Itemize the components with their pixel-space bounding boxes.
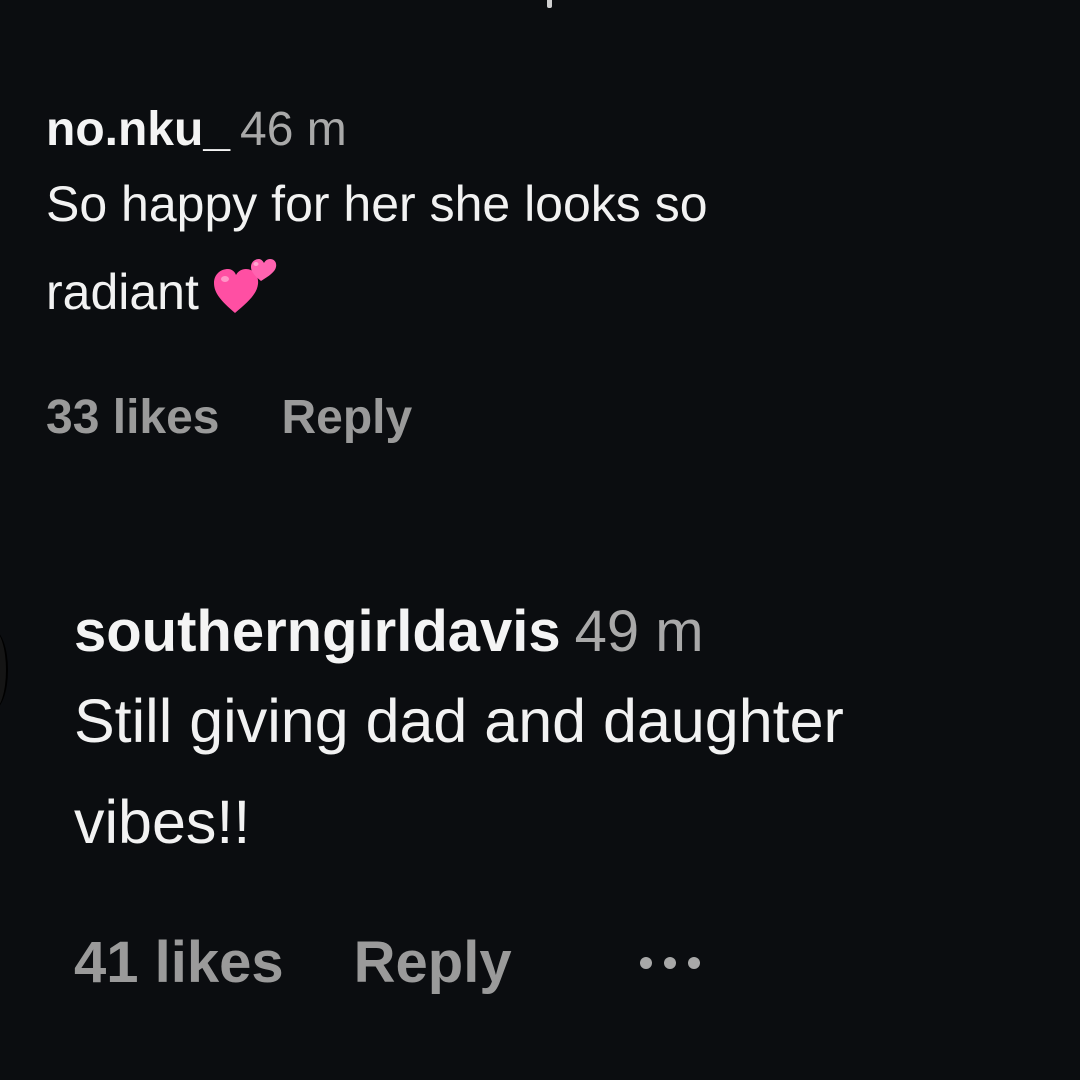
dot (663, 956, 676, 969)
more-options-icon[interactable] (639, 956, 700, 969)
comment-timestamp: 49 m (574, 599, 704, 664)
comment-text: So happy for her she looks so radiant (46, 160, 976, 336)
comment-item: southerngirldavis 49 m Still giving dad a… (74, 603, 1080, 996)
scroll-indicator (547, 0, 552, 8)
comment-username[interactable]: southerngirldavis (74, 599, 561, 664)
comment-header: no.nku_ 46 m (46, 106, 1046, 154)
comment-actions: 41 likes Reply (74, 929, 1080, 996)
comment-header: southerngirldavis 49 m (74, 603, 1080, 661)
dot (687, 956, 700, 969)
reply-button[interactable]: Reply (354, 929, 512, 996)
avatar[interactable] (0, 630, 8, 710)
comment-text-word: radiant (46, 264, 199, 320)
dot (639, 956, 652, 969)
reply-button[interactable]: Reply (281, 390, 412, 445)
comment-timestamp: 46 m (240, 103, 347, 156)
comment-text-line: radiant (46, 248, 976, 336)
comment-username[interactable]: no.nku_ (46, 103, 230, 156)
comment-text-line: Still giving dad and daughter (74, 687, 844, 755)
likes-count[interactable]: 33 likes (46, 390, 219, 445)
comment-text-line: So happy for her she looks so (46, 176, 708, 232)
likes-count[interactable]: 41 likes (74, 929, 284, 996)
comment-item: no.nku_ 46 m So happy for her she looks s… (46, 106, 1046, 445)
two-hearts-icon (213, 254, 277, 314)
comment-actions: 33 likes Reply (46, 390, 1046, 445)
comment-text: Still giving dad and daughter vibes!! (74, 671, 1080, 873)
comment-text-line: vibes!! (74, 788, 251, 856)
